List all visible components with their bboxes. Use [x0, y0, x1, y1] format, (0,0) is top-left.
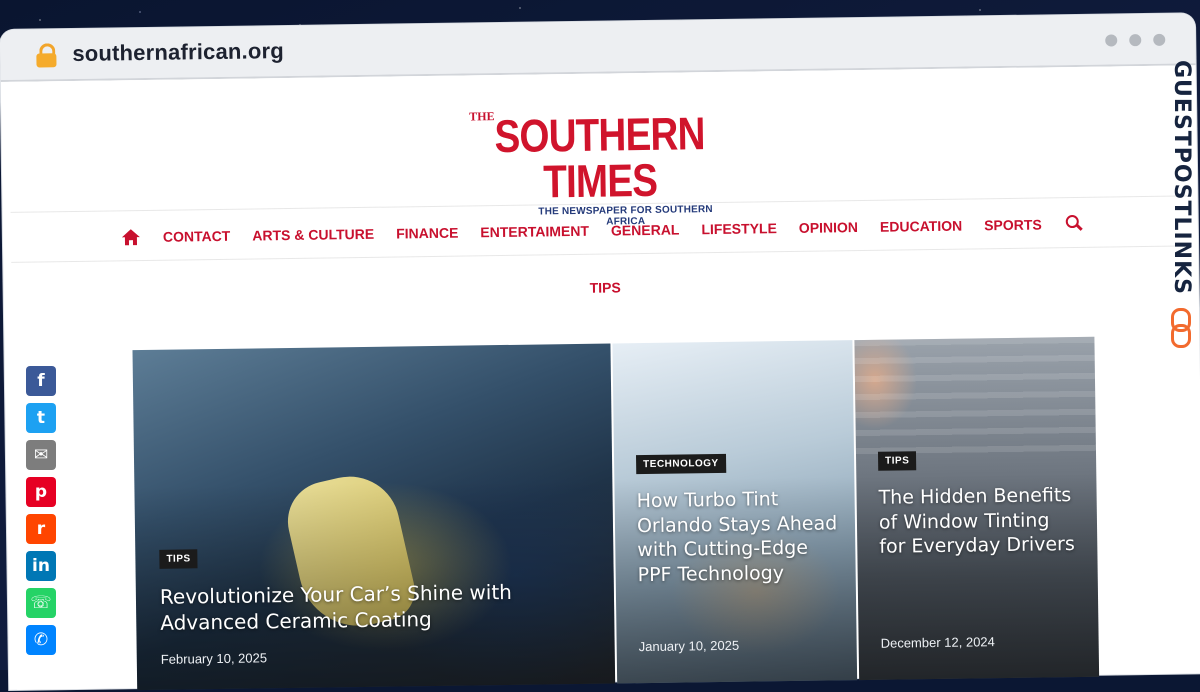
article-title[interactable]: How Turbo Tint Orlando Stays Ahead with …	[636, 486, 847, 588]
reddit-icon[interactable]: r	[26, 514, 56, 544]
messenger-icon[interactable]: ✆	[26, 625, 56, 655]
email-icon[interactable]: ✉	[26, 440, 56, 470]
nav-item-opinion[interactable]: OPINION	[799, 219, 858, 236]
article-card[interactable]: TIPS Revolutionize Your Car’s Shine with…	[132, 343, 616, 691]
facebook-icon[interactable]: f	[26, 366, 56, 396]
linkedin-icon[interactable]: in	[26, 551, 56, 581]
window-dot-icon[interactable]	[1153, 33, 1166, 46]
nav-item-entertainment[interactable]: ENTERTAIMENT	[480, 223, 589, 241]
article-card[interactable]: TECHNOLOGY How Turbo Tint Orlando Stays …	[612, 340, 858, 684]
browser-window: southernafrican.org THE SOUTHERN TIMES T…	[0, 13, 1200, 691]
article-title[interactable]: Revolutionize Your Car’s Shine with Adva…	[160, 578, 581, 636]
lock-icon	[36, 43, 57, 68]
nav-item-contact[interactable]: CONTACT	[163, 228, 231, 245]
whatsapp-icon[interactable]: ☏	[26, 588, 56, 618]
watermark-text: GUESTPOSTLINKS	[1169, 60, 1194, 295]
chain-link-icon	[1169, 308, 1191, 348]
logo-name: SOUTHERN TIMES	[494, 107, 705, 208]
site-logo[interactable]: THE SOUTHERN TIMES THE NEWSPAPER FOR SOU…	[469, 107, 731, 230]
home-icon[interactable]	[121, 228, 141, 246]
article-category-badge[interactable]: TIPS	[877, 451, 917, 471]
window-dot-icon[interactable]	[1129, 34, 1142, 47]
search-icon[interactable]	[1065, 214, 1083, 231]
article-title[interactable]: The Hidden Benefits of Window Tinting fo…	[878, 483, 1079, 560]
nav-item-arts-culture[interactable]: ARTS & CULTURE	[252, 226, 374, 244]
nav-item-tips[interactable]: TIPS	[590, 279, 621, 295]
twitter-icon[interactable]: t	[26, 403, 56, 433]
nav-item-education[interactable]: EDUCATION	[880, 218, 962, 235]
article-date: January 10, 2025	[638, 637, 740, 655]
nav-divider	[11, 245, 1191, 263]
article-date: February 10, 2025	[160, 650, 268, 667]
article-category-badge[interactable]: TECHNOLOGY	[635, 453, 726, 475]
article-card[interactable]: TIPS The Hidden Benefits of Window Tinti…	[854, 336, 1100, 681]
article-date: December 12, 2024	[880, 634, 995, 651]
article-category-badge[interactable]: TIPS	[159, 549, 198, 569]
nav-item-sports[interactable]: SPORTS	[984, 216, 1042, 233]
web-page: THE SOUTHERN TIMES THE NEWSPAPER FOR SOU…	[8, 65, 1197, 691]
url-text[interactable]: southernafrican.org	[72, 38, 284, 67]
window-dot-icon[interactable]	[1105, 34, 1118, 47]
nav-item-general[interactable]: GENERAL	[611, 222, 680, 239]
nav-item-finance[interactable]: FINANCE	[396, 225, 458, 242]
watermark: GUESTPOSTLINKS	[1166, 60, 1196, 360]
nav-item-lifestyle[interactable]: LIFESTYLE	[701, 220, 777, 237]
social-share-bar: f t ✉ p r in ☏ ✆	[26, 366, 56, 655]
window-controls	[1105, 33, 1166, 47]
featured-articles: TIPS Revolutionize Your Car’s Shine with…	[132, 336, 1100, 691]
pinterest-icon[interactable]: p	[26, 477, 56, 507]
